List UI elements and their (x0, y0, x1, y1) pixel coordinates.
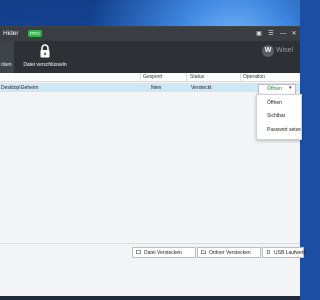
column-header-status[interactable]: Status (190, 74, 204, 80)
settings-icon[interactable]: ☰ (266, 29, 276, 39)
usb-drive-label: USB Laufwerk (274, 249, 306, 256)
usb-icon (267, 250, 270, 254)
toolbar: cken Datei verschlüsseln W Wisel (0, 41, 300, 73)
hide-folder-label: Ordner Verstecken (209, 249, 251, 256)
operation-dropdown-menu: Öffnen Sichtbar Passwort setze (256, 94, 302, 140)
hide-file-button[interactable]: Datei Verstecken (132, 247, 196, 258)
usb-drive-button[interactable]: USB Laufwerk (262, 247, 306, 258)
operation-select-value: Öffnen (267, 86, 282, 92)
title-bar: Hider PRO ▣ ☰ — ✕ (0, 27, 300, 41)
app-title: Hider (3, 30, 19, 37)
column-divider (240, 73, 241, 81)
toolbar-item-encrypt[interactable]: Datei verschlüsseln (20, 41, 70, 73)
brand-name: Wisel (276, 47, 294, 54)
column-divider (186, 73, 187, 81)
toolbar-item-hide-label: cken (1, 62, 12, 68)
menu-item-open[interactable]: Öffnen (267, 100, 282, 106)
menu-item-set-password[interactable]: Passwort setze (267, 127, 301, 133)
column-divider (140, 73, 141, 81)
close-icon[interactable]: ✕ (289, 29, 299, 39)
row-locked: Nein (151, 85, 162, 91)
hide-file-label: Datei Verstecken (144, 249, 182, 256)
column-header-operation[interactable]: Operation (243, 74, 265, 80)
menu-icon[interactable]: ▣ (254, 29, 264, 39)
table-header: Gesperrt Status Operation (0, 73, 300, 82)
folder-icon (201, 250, 206, 254)
chevron-down-icon[interactable]: ▾ (289, 85, 297, 94)
brand-logo-icon: W (262, 45, 274, 57)
app-window: Hider PRO ▣ ☰ — ✕ cken Datei verschlüsse… (0, 26, 306, 297)
bottom-bar: Datei Verstecken Ordner Verstecken USB L… (0, 243, 306, 258)
column-header-locked[interactable]: Gesperrt (143, 74, 162, 80)
menu-item-visible[interactable]: Sichtbar (267, 113, 285, 119)
taskbar (0, 296, 300, 300)
toolbar-item-hide[interactable]: cken (0, 41, 14, 73)
table-row[interactable]: Desktop\Geheim Nein Versteckt (0, 83, 300, 92)
row-status: Versteckt (191, 85, 212, 91)
hide-folder-button[interactable]: Ordner Verstecken (197, 247, 261, 258)
toolbar-item-encrypt-label: Datei verschlüsseln (23, 62, 67, 68)
lock-icon (40, 44, 50, 58)
pro-badge: PRO (28, 30, 42, 37)
minimize-icon[interactable]: — (278, 29, 288, 39)
file-icon (136, 250, 141, 254)
row-path: Desktop\Geheim (1, 85, 39, 91)
